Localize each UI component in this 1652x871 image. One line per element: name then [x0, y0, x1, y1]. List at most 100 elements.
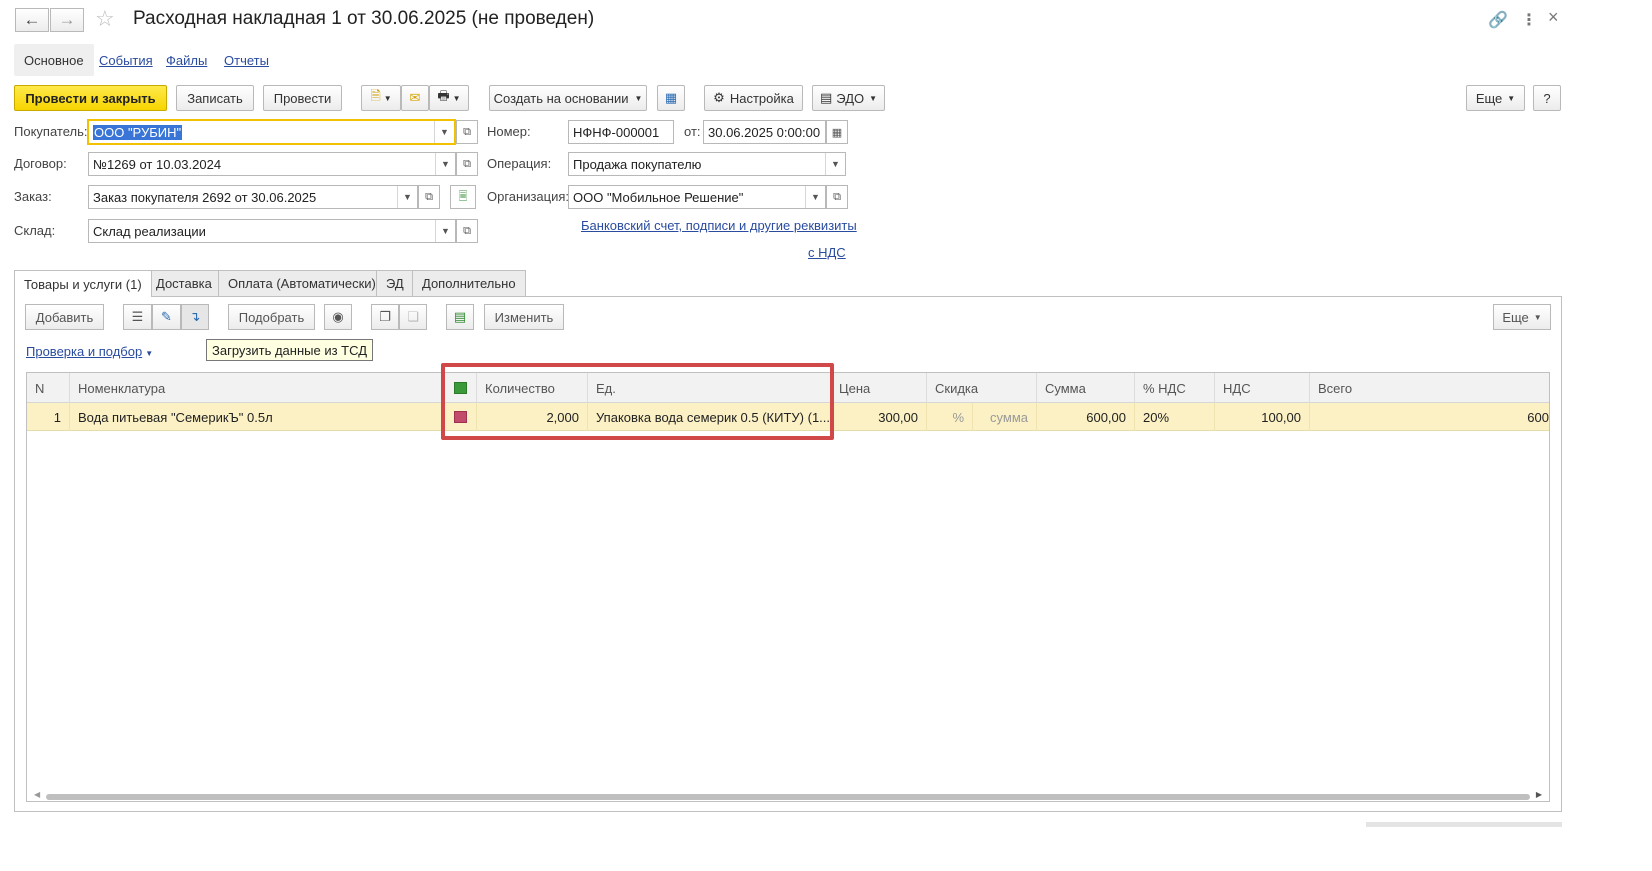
- create-based-on-button[interactable]: Создать на основании ▼: [489, 85, 647, 111]
- nav-tab-events[interactable]: События: [89, 44, 163, 76]
- tab-label: ЭД: [386, 276, 404, 291]
- contract-value: №1269 от 10.03.2024: [93, 156, 222, 172]
- chevron-down-icon[interactable]: ▼: [435, 220, 455, 242]
- cell-sum[interactable]: 600,00: [1037, 403, 1135, 431]
- open-icon: ⧉: [425, 190, 433, 203]
- view-button[interactable]: ◉: [324, 304, 352, 330]
- cell-nomenclature[interactable]: Вода питьевая "СемерикЪ" 0.5л: [70, 403, 444, 431]
- save-button[interactable]: Записать: [176, 85, 254, 111]
- order-field[interactable]: Заказ покупателя 2692 от 30.06.2025 ▼: [88, 185, 418, 209]
- back-button[interactable]: ←: [15, 8, 49, 32]
- contract-open-button[interactable]: ⧉: [456, 152, 478, 176]
- check-link-label: Проверка и подбор: [26, 344, 143, 359]
- col-nomenclature[interactable]: Номенклатура: [70, 373, 444, 403]
- buyer-open-button[interactable]: ⧉: [456, 120, 478, 144]
- warehouse-value: Склад реализации: [93, 223, 206, 239]
- order-open-button[interactable]: ⧉: [418, 185, 440, 209]
- barcode-button[interactable]: ☰: [123, 304, 152, 330]
- fill-document-icon: 🗏: [458, 190, 468, 203]
- link-icon[interactable]: 🔗: [1488, 10, 1508, 30]
- buyer-value-text: ООО "РУБИН": [93, 124, 183, 140]
- tab-payment[interactable]: Оплата (Автоматически): [218, 270, 386, 296]
- warehouse-field[interactable]: Склад реализации ▼: [88, 219, 456, 243]
- cell-discount-sum[interactable]: сумма: [973, 403, 1037, 431]
- edo-dropdown[interactable]: ▤ ЭДО ▼: [812, 85, 885, 111]
- nav-tab-files[interactable]: Файлы: [156, 44, 217, 76]
- scan-button[interactable]: ✎: [152, 304, 181, 330]
- close-icon[interactable]: ×: [1548, 7, 1559, 28]
- order-fill-button[interactable]: 🗏: [450, 185, 476, 209]
- email-button[interactable]: ✉: [401, 85, 429, 111]
- tab-ed[interactable]: ЭД: [376, 270, 414, 296]
- calendar-button[interactable]: ▦: [826, 120, 848, 144]
- post-and-close-button[interactable]: Провести и закрыть: [14, 85, 167, 111]
- pick-button[interactable]: Подобрать: [228, 304, 315, 330]
- check-and-pick-dropdown[interactable]: Проверка и подбор ▼: [26, 344, 153, 359]
- operation-field[interactable]: Продажа покупателю ▼: [568, 152, 846, 176]
- star-icon[interactable]: ☆: [95, 6, 115, 32]
- create-doc-dropdown[interactable]: 🗎 ▼: [361, 85, 401, 111]
- paste-button[interactable]: ❏: [399, 304, 427, 330]
- col-vat-rate[interactable]: % НДС: [1135, 373, 1215, 403]
- col-price[interactable]: Цена: [831, 373, 927, 403]
- chevron-down-icon[interactable]: ▼: [434, 121, 454, 143]
- chevron-down-icon[interactable]: ▼: [435, 153, 455, 175]
- change-button[interactable]: Изменить: [484, 304, 564, 330]
- cell-vat[interactable]: 100,00: [1215, 403, 1310, 431]
- date-value: 30.06.2025 0:00:00: [708, 124, 821, 140]
- print-dropdown[interactable]: 🖶 ▼: [429, 85, 469, 111]
- forward-button[interactable]: →: [50, 8, 84, 32]
- scroll-thumb[interactable]: [46, 794, 1530, 800]
- highlight-annotation: [441, 363, 834, 440]
- envelope-icon: ✉: [409, 90, 421, 105]
- cell-total[interactable]: 600: [1310, 403, 1549, 431]
- warehouse-open-button[interactable]: ⧉: [456, 219, 478, 243]
- nav-tab-main[interactable]: Основное: [14, 44, 94, 76]
- chevron-down-icon[interactable]: ▼: [397, 186, 417, 208]
- contract-field[interactable]: №1269 от 10.03.2024 ▼: [88, 152, 456, 176]
- edo-label: ЭДО: [836, 90, 865, 106]
- copy-button[interactable]: ❐: [371, 304, 399, 330]
- cell-discount-percent[interactable]: %: [927, 403, 973, 431]
- tab-goods[interactable]: Товары и услуги (1): [14, 270, 152, 297]
- structure-button[interactable]: ▦: [657, 85, 685, 111]
- scroll-right-icon[interactable]: ▶: [1536, 790, 1542, 799]
- date-label: от:: [684, 124, 701, 139]
- gear-icon: ⚙: [713, 90, 725, 105]
- vat-link[interactable]: с НДС: [808, 245, 846, 260]
- buyer-field[interactable]: ООО "РУБИН" ▼: [87, 119, 456, 145]
- more-vertical-icon[interactable]: ⋮: [1521, 10, 1537, 30]
- load-tsd-button[interactable]: ↴: [181, 304, 209, 330]
- col-discount[interactable]: Скидка: [927, 373, 1037, 403]
- tooltip: Загрузить данные из ТСД: [206, 339, 374, 361]
- tab-delivery[interactable]: Доставка: [146, 270, 222, 296]
- more-label: Еще: [1502, 309, 1529, 325]
- settings-button[interactable]: ⚙ Настройка: [704, 85, 803, 111]
- date-field[interactable]: 30.06.2025 0:00:00: [703, 120, 826, 144]
- col-total[interactable]: Всего: [1310, 373, 1549, 403]
- tab-additional[interactable]: Дополнительно: [412, 270, 526, 296]
- horizontal-scrollbar[interactable]: ◀ ▶: [34, 790, 1542, 802]
- post-button[interactable]: Провести: [263, 85, 342, 111]
- help-button[interactable]: ?: [1533, 85, 1561, 111]
- chevron-down-icon[interactable]: ▼: [825, 153, 845, 175]
- col-n[interactable]: N: [27, 373, 70, 403]
- organization-open-button[interactable]: ⧉: [826, 185, 848, 209]
- scroll-left-icon[interactable]: ◀: [34, 790, 40, 799]
- order-value: Заказ покупателя 2692 от 30.06.2025: [93, 189, 317, 205]
- chevron-down-icon[interactable]: ▼: [805, 186, 825, 208]
- window-title: Расходная накладная 1 от 30.06.2025 (не …: [133, 8, 595, 29]
- col-vat[interactable]: НДС: [1215, 373, 1310, 403]
- add-row-button[interactable]: Добавить: [25, 304, 104, 330]
- nav-tab-reports[interactable]: Отчеты: [214, 44, 279, 76]
- number-field[interactable]: НФНФ-000001: [568, 120, 674, 144]
- col-sum[interactable]: Сумма: [1037, 373, 1135, 403]
- items-more-button[interactable]: Еще ▼: [1493, 304, 1551, 330]
- cell-price[interactable]: 300,00: [831, 403, 927, 431]
- table-settings-button[interactable]: ▤: [446, 304, 474, 330]
- organization-field[interactable]: ООО "Мобильное Решение" ▼: [568, 185, 826, 209]
- cell-vat-rate[interactable]: 20%: [1135, 403, 1215, 431]
- paste-icon: ❏: [407, 309, 419, 324]
- more-button[interactable]: Еще ▼: [1466, 85, 1525, 111]
- bank-details-link[interactable]: Банковский счет, подписи и другие реквиз…: [581, 218, 857, 233]
